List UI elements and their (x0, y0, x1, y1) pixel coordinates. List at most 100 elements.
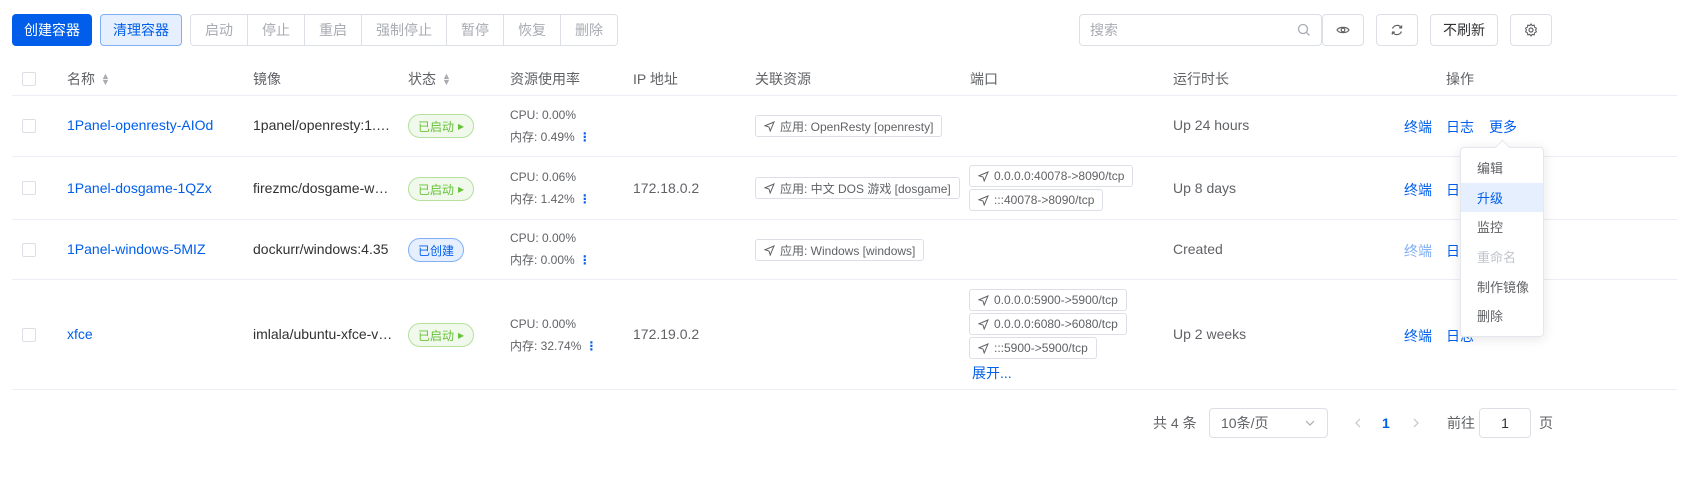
expand-ports-link[interactable]: 展开... (972, 363, 1127, 383)
container-name-link[interactable]: 1Panel-openresty-AIOd (67, 117, 213, 133)
more-link[interactable]: 更多 (1489, 117, 1517, 137)
clean-containers-button[interactable]: 清理容器 (100, 14, 182, 46)
menu-item-commit-image[interactable]: 制作镜像 (1461, 271, 1543, 301)
more-vertical-icon[interactable]: ⋮ (585, 339, 597, 353)
navigation-icon (978, 342, 989, 354)
navigation-icon (764, 182, 775, 194)
more-vertical-icon[interactable]: ⋮ (579, 253, 591, 267)
row-checkbox[interactable] (22, 181, 36, 195)
select-all-checkbox[interactable] (22, 72, 36, 86)
header-related: 关联资源 (755, 71, 811, 87)
terminal-link[interactable]: 终端 (1404, 117, 1432, 137)
settings-button[interactable] (1510, 14, 1552, 46)
menu-item-upgrade[interactable]: 升级 (1461, 182, 1543, 213)
table-row: xfce imlala/ubuntu-xfce-vnc-novnc:latest… (12, 280, 1677, 390)
auto-refresh-select[interactable]: 不刷新 (1430, 14, 1498, 46)
toolbar: 创建容器 清理容器 启动 停止 重启 强制停止 暂停 恢复 删除 不刷新 (12, 14, 1677, 48)
chevron-right-icon (1410, 417, 1422, 429)
header-usage: 资源使用率 (510, 71, 580, 87)
mem-usage: 内存: 0.49% (510, 130, 575, 144)
force-stop-button[interactable]: 强制停止 (362, 15, 447, 45)
table-row: 1Panel-dosgame-1QZx firezmc/dosgame-web-… (12, 157, 1677, 220)
start-button[interactable]: 启动 (191, 15, 248, 45)
navigation-icon (978, 194, 989, 206)
gear-icon (1524, 23, 1538, 37)
search-icon[interactable] (1297, 23, 1311, 37)
menu-item-edit[interactable]: 编辑 (1461, 153, 1543, 183)
container-name-link[interactable]: xfce (67, 326, 93, 342)
terminal-link[interactable]: 终端 (1404, 180, 1432, 200)
uptime: Up 8 days (1173, 180, 1237, 196)
navigation-icon (764, 120, 775, 132)
create-container-button[interactable]: 创建容器 (12, 14, 92, 46)
status-badge[interactable]: 已启动 ▸ (408, 114, 475, 138)
port-tag[interactable]: 0.0.0.0:6080->6080/tcp (969, 313, 1127, 335)
stop-button[interactable]: 停止 (248, 15, 305, 45)
port-tag[interactable]: 0.0.0.0:5900->5900/tcp (969, 289, 1127, 311)
status-badge[interactable]: 已创建 (408, 238, 465, 262)
cpu-usage: CPU: 0.00% (510, 108, 577, 122)
delete-button[interactable]: 删除 (561, 15, 617, 45)
search-box[interactable] (1079, 14, 1322, 46)
navigation-icon (978, 294, 989, 306)
container-name-link[interactable]: 1Panel-dosgame-1QZx (67, 180, 212, 196)
next-page-button[interactable] (1410, 408, 1422, 438)
container-image: firezmc/dosgame-web-docker:latest (253, 180, 393, 196)
related-resource-tag[interactable]: 应用: 中文 DOS 游戏 [dosgame] (755, 177, 960, 199)
page-size-select[interactable]: 10条/页 (1209, 408, 1328, 438)
mem-usage: 内存: 32.74% (510, 339, 582, 353)
mem-usage: 内存: 0.00% (510, 253, 575, 267)
search-input[interactable] (1090, 22, 1297, 38)
pagination-total: 共 4 条 (1153, 415, 1197, 431)
navigation-icon (978, 170, 989, 182)
container-table: 名称 ▲ ▼ 镜像 状态 ▲ ▼ 资源使用率 IP 地址 关联资源 端口 运行时长 操作… (12, 62, 1677, 390)
port-tag[interactable]: :::40078->8090/tcp (969, 189, 1104, 211)
mem-usage: 内存: 1.42% (510, 192, 575, 206)
resume-button[interactable]: 恢复 (504, 15, 561, 45)
caret-right-icon: ▸ (458, 328, 465, 342)
refresh-button[interactable] (1376, 14, 1418, 46)
related-resource-tag[interactable]: 应用: OpenResty [openresty] (755, 115, 943, 137)
terminal-link[interactable]: 终端 (1404, 241, 1432, 261)
pause-button[interactable]: 暂停 (447, 15, 504, 45)
more-vertical-icon[interactable]: ⋮ (579, 130, 591, 144)
menu-item-delete[interactable]: 删除 (1461, 301, 1543, 331)
row-checkbox[interactable] (22, 243, 36, 257)
navigation-icon (764, 244, 775, 256)
sort-icon[interactable]: ▲ ▼ (442, 72, 451, 87)
cpu-usage: CPU: 0.00% (510, 317, 577, 331)
menu-item-rename: 重命名 (1477, 250, 1517, 266)
sort-icon[interactable]: ▲ ▼ (101, 72, 110, 87)
uptime: Up 2 weeks (1173, 326, 1247, 342)
header-ports: 端口 (970, 71, 998, 87)
log-link[interactable]: 日志 (1446, 117, 1474, 137)
page-number-current[interactable]: 1 (1382, 408, 1390, 438)
batch-action-group: 启动 停止 重启 强制停止 暂停 恢复 删除 (190, 14, 618, 46)
header-status[interactable]: 状态 ▲ ▼ (408, 62, 451, 96)
page-suffix: 页 (1539, 415, 1553, 431)
more-vertical-icon[interactable]: ⋮ (579, 192, 591, 206)
chevron-down-icon (1304, 417, 1316, 429)
terminal-link[interactable]: 终端 (1404, 326, 1432, 346)
navigation-icon (978, 318, 989, 330)
port-tag[interactable]: :::5900->5900/tcp (969, 337, 1097, 359)
row-checkbox[interactable] (22, 119, 36, 133)
prev-page-button[interactable] (1352, 408, 1364, 438)
header-ops: 操作 (1446, 71, 1474, 87)
jump-label: 前往 (1447, 415, 1475, 431)
status-badge[interactable]: 已启动 ▸ (408, 323, 475, 347)
menu-item-monitor[interactable]: 监控 (1461, 212, 1543, 242)
uptime: Created (1173, 241, 1223, 257)
port-tag[interactable]: 0.0.0.0:40078->8090/tcp (969, 165, 1134, 187)
restart-button[interactable]: 重启 (305, 15, 362, 45)
container-name-link[interactable]: 1Panel-windows-5MIZ (67, 241, 206, 257)
page-jump-input[interactable]: 1 (1479, 408, 1531, 438)
related-resource-tag[interactable]: 应用: Windows [windows] (755, 239, 925, 261)
row-checkbox[interactable] (22, 328, 36, 342)
toggle-columns-button[interactable] (1322, 14, 1364, 46)
status-badge[interactable]: 已启动 ▸ (408, 177, 475, 201)
cpu-usage: CPU: 0.00% (510, 231, 577, 245)
header-name[interactable]: 名称 ▲ ▼ (67, 62, 110, 96)
caret-right-icon: ▸ (458, 182, 465, 196)
uptime: Up 24 hours (1173, 117, 1250, 133)
